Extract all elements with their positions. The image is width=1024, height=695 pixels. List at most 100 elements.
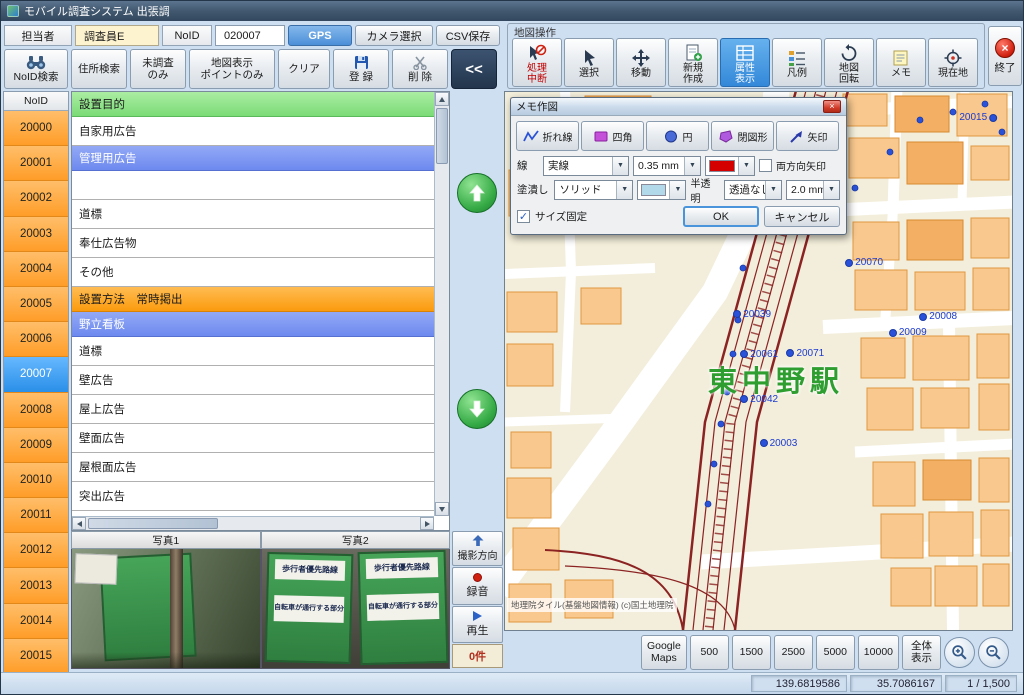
noid-row[interactable]: 20003 (4, 217, 68, 252)
opacity-select[interactable]: 透過なし▼ (724, 180, 782, 200)
scroll-up-button[interactable] (435, 92, 449, 106)
map-rotate-button[interactable]: 地図 回転 (824, 38, 874, 87)
noid-row[interactable]: 20009 (4, 428, 68, 463)
noid-row[interactable]: 20004 (4, 252, 68, 287)
line-color-select[interactable]: ▼ (705, 156, 755, 176)
tool-polyline-button[interactable]: 折れ線 (516, 121, 579, 151)
map-scale-button[interactable]: 500 (690, 635, 729, 670)
category-row[interactable]: 壁広告 (72, 366, 434, 395)
map-canvas[interactable]: 東中野駅 20015 20070 20008 20009 20039 20061 (504, 91, 1013, 631)
noid-row[interactable]: 20005 (4, 287, 68, 322)
map-marker[interactable]: 20042 (740, 394, 778, 405)
category-row[interactable] (72, 171, 434, 200)
abort-process-button[interactable]: 処理 中断 (512, 38, 562, 87)
map-marker[interactable]: 20015 (959, 112, 997, 123)
staff-field[interactable]: 調査員E (75, 25, 159, 46)
noid-row[interactable]: 20012 (4, 533, 68, 568)
noid-row[interactable]: 20014 (4, 604, 68, 639)
noid-search-button[interactable]: NoID検索 (4, 49, 68, 89)
noid-row[interactable]: 20013 (4, 568, 68, 603)
map-scale-button[interactable]: Google Maps (641, 635, 687, 670)
attribute-display-button[interactable]: 属性 表示 (720, 38, 770, 87)
tool-circle-button[interactable]: 円 (646, 121, 709, 151)
dialog-titlebar[interactable]: メモ作図 × (511, 98, 846, 116)
noid-row[interactable]: 20015 (4, 639, 68, 674)
address-search-button[interactable]: 住所検索 (71, 49, 127, 89)
scroll-left-button[interactable] (72, 517, 86, 530)
delete-button[interactable]: 削 除 (392, 49, 448, 89)
map-points-only-button[interactable]: 地図表示 ポイントのみ (189, 49, 275, 89)
record-button[interactable]: 録音 (452, 567, 503, 605)
collapse-panel-button[interactable]: << (451, 49, 497, 89)
map-marker[interactable]: 20039 (733, 309, 771, 320)
cancel-button[interactable]: キャンセル (764, 206, 840, 227)
titlebar[interactable]: モバイル調査システム 出張調 (1, 1, 1023, 21)
noid-row[interactable]: 20000 (4, 111, 68, 146)
current-location-button[interactable]: 現在地 (928, 38, 978, 87)
scroll-down-button[interactable] (435, 502, 449, 516)
tool-rectangle-button[interactable]: 四角 (581, 121, 644, 151)
scrollbar-thumb[interactable] (436, 108, 448, 164)
select-tool-button[interactable]: 選択 (564, 38, 614, 87)
ok-button[interactable]: OK (683, 206, 759, 227)
category-row[interactable]: その他 (72, 258, 434, 287)
map-marker[interactable]: 20009 (889, 327, 927, 338)
clear-button[interactable]: クリア (278, 49, 330, 89)
line-width-select[interactable]: 0.35 mm▼ (633, 156, 701, 176)
noid-row[interactable]: 20006 (4, 322, 68, 357)
tool-arrow-button[interactable]: 矢印 (776, 121, 839, 151)
scrollbar-thumb[interactable] (88, 518, 218, 529)
map-marker[interactable]: 20008 (919, 311, 957, 322)
map-scale-button[interactable]: 全体 表示 (902, 635, 941, 670)
category-row[interactable]: 屋根面広告 (72, 453, 434, 482)
map-scale-button[interactable]: 5000 (816, 635, 855, 670)
move-down-button[interactable] (457, 389, 497, 429)
memo-button[interactable]: メモ (876, 38, 926, 87)
zoom-out-button[interactable] (978, 637, 1009, 668)
map-scale-button[interactable]: 2500 (774, 635, 813, 670)
exit-button[interactable]: × 終了 (988, 26, 1022, 86)
noid-row[interactable]: 20002 (4, 181, 68, 216)
unsurveyed-only-button[interactable]: 未調査 のみ (130, 49, 186, 89)
camera-select-button[interactable]: カメラ選択 (355, 25, 433, 46)
shoot-direction-button[interactable]: 撮影方向 (452, 531, 503, 566)
new-create-button[interactable]: 新規 作成 (668, 38, 718, 87)
move-up-button[interactable] (457, 173, 497, 213)
noid-row[interactable]: 20001 (4, 146, 68, 181)
register-button[interactable]: 登 録 (333, 49, 389, 89)
category-row[interactable]: 管理用広告 (72, 146, 434, 171)
map-marker[interactable]: 20070 (845, 257, 883, 268)
fixed-size-checkbox[interactable]: ✓ (517, 210, 530, 223)
gps-button[interactable]: GPS (288, 25, 352, 46)
noid-row[interactable]: 20008 (4, 393, 68, 428)
noid-row[interactable]: 20010 (4, 463, 68, 498)
scroll-right-button[interactable] (420, 517, 434, 530)
category-row[interactable]: 設置方法 常時掲出 (72, 287, 434, 312)
fill-style-select[interactable]: ソリッド▼ (554, 180, 633, 200)
csv-save-button[interactable]: CSV保存 (436, 25, 500, 46)
category-row[interactable]: 道標 (72, 200, 434, 229)
photo-1[interactable] (71, 549, 261, 669)
map-marker[interactable]: 20071 (786, 348, 824, 359)
noid-row[interactable]: 20007 (4, 357, 68, 392)
dialog-close-button[interactable]: × (823, 100, 841, 113)
category-row[interactable]: 壁面広告 (72, 424, 434, 453)
category-row[interactable]: 突出広告 (72, 482, 434, 511)
map-scale-button[interactable]: 10000 (858, 635, 899, 670)
category-row[interactable]: 屋上広告 (72, 395, 434, 424)
zoom-in-button[interactable] (944, 637, 975, 668)
legend-button[interactable]: 凡例 (772, 38, 822, 87)
map-marker[interactable]: 20061 (740, 349, 778, 360)
category-row[interactable]: 野立看板 (72, 312, 434, 337)
both-direction-arrow-checkbox[interactable] (759, 159, 772, 172)
horizontal-scrollbar[interactable] (72, 516, 434, 530)
category-row[interactable]: 道標 (72, 337, 434, 366)
noid-field[interactable]: 020007 (215, 25, 285, 46)
photo-2[interactable]: 歩行者優先路線 自転車が通行する部分 歩行者優先路線 自転車が通行する部分 (261, 549, 451, 669)
move-tool-button[interactable]: 移動 (616, 38, 666, 87)
noid-row[interactable]: 20011 (4, 498, 68, 533)
fill-color-select[interactable]: ▼ (637, 180, 686, 200)
play-button[interactable]: 再生 (452, 606, 503, 643)
category-row[interactable]: 自家用広告 (72, 117, 434, 146)
category-row[interactable]: 奉仕広告物 (72, 229, 434, 258)
